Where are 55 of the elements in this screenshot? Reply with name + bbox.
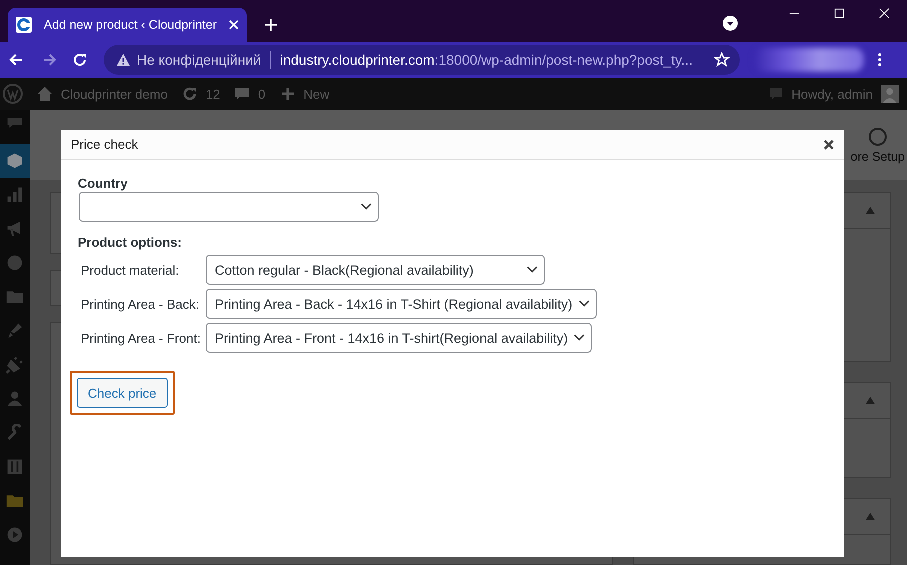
close-icon[interactable] — [824, 140, 834, 150]
back-icon[interactable] — [8, 52, 24, 68]
check-price-button[interactable]: Check price — [77, 378, 168, 408]
star-icon[interactable] — [714, 52, 730, 68]
new-link[interactable]: New — [304, 86, 330, 102]
home-icon — [37, 86, 53, 102]
comment-icon — [234, 86, 250, 102]
option-label: Printing Area - Front: — [81, 330, 201, 346]
collapse-icon[interactable] — [866, 513, 875, 520]
chevron-icon — [361, 203, 372, 211]
comment-count[interactable]: 0 — [258, 86, 266, 102]
browser-tab[interactable]: Add new product ‹ Cloudprinter — [8, 8, 248, 42]
logo-icon — [16, 17, 32, 33]
dialog-title: Price check — [71, 137, 138, 152]
option-select[interactable]: Printing Area - Back - 14x16 in T-Shirt (Regional availability) — [206, 289, 597, 319]
store-setup-link[interactable]: ore Setup — [850, 150, 905, 164]
option-label: Printing Area - Back: — [81, 296, 200, 312]
chevron-icon — [574, 334, 586, 342]
option-select[interactable]: Printing Area - Front - 14x16 in T-shirt(Regional availability) — [206, 323, 592, 353]
person-icon[interactable] — [6, 390, 24, 408]
avatar-icon[interactable] — [881, 85, 899, 103]
sliders-icon[interactable] — [6, 458, 24, 476]
dropdown-icon[interactable] — [723, 16, 738, 31]
circle-icon[interactable] — [6, 254, 24, 272]
box-icon[interactable] — [6, 152, 24, 170]
collapse-icon[interactable] — [866, 397, 875, 404]
tab-title: Add new product ‹ Cloudprinter — [44, 18, 218, 32]
chevron-icon — [578, 300, 590, 308]
option-label: Product material: — [81, 262, 180, 278]
circle-icon[interactable] — [868, 126, 888, 146]
site-name-link[interactable]: Cloudprinter demo — [61, 86, 168, 102]
country-label: Country — [78, 176, 128, 191]
option-select[interactable]: Cotton regular - Black(Regional availability) — [206, 255, 545, 285]
wordpress-logo-icon[interactable] — [3, 84, 23, 104]
reload-icon[interactable] — [72, 52, 88, 68]
new-tab-icon[interactable] — [265, 19, 278, 31]
plus-icon — [280, 86, 296, 102]
menu-icon[interactable] — [878, 52, 882, 68]
play-icon[interactable] — [6, 526, 24, 544]
chevron-icon — [526, 266, 538, 274]
update-icon — [182, 86, 198, 102]
forward-icon[interactable] — [42, 52, 58, 68]
collapse-icon[interactable] — [866, 207, 875, 214]
brush-icon[interactable] — [6, 322, 24, 340]
country-select[interactable] — [79, 192, 379, 222]
address-field[interactable]: Не конфіденційний industry.cloudprinter.com:18000/wp-admin/post-new.php?post_ty... — [104, 45, 740, 75]
warning-icon — [116, 52, 131, 68]
options-heading: Product options: — [78, 235, 182, 250]
notification-icon[interactable] — [768, 86, 784, 102]
url-text: industry.cloudprinter.com:18000/wp-admin/post-new.php?post_ty... — [280, 52, 693, 68]
greeting-link[interactable]: Howdy, admin — [792, 86, 873, 102]
update-count[interactable]: 12 — [206, 86, 220, 102]
security-label: Не конфіденційний — [137, 52, 262, 68]
bar-chart-icon[interactable] — [6, 186, 24, 204]
maximize-icon[interactable] — [834, 8, 845, 19]
